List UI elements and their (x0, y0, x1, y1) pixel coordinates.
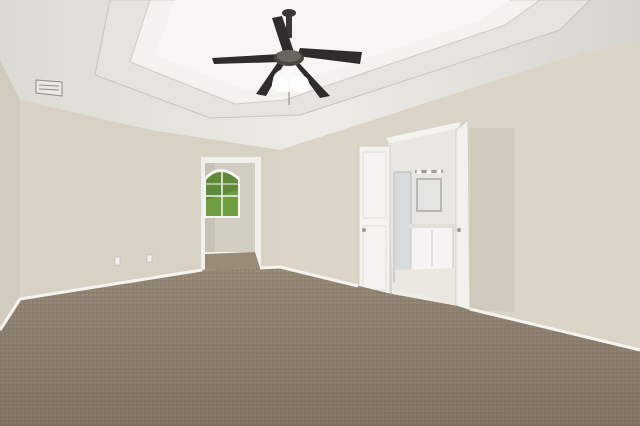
outlet-icon-2 (146, 254, 153, 263)
mirror (416, 178, 442, 212)
left-wall (0, 60, 20, 330)
door-knob-icon-2 (457, 228, 461, 232)
outlet-icon (114, 256, 121, 266)
right-door (455, 118, 471, 321)
air-vent (35, 79, 63, 97)
bedroom-scene (0, 0, 640, 426)
light-fixture-icon (415, 169, 443, 175)
bathroom-view (388, 126, 458, 308)
arched-window (204, 169, 240, 218)
door-knob-icon (362, 228, 366, 232)
left-door (358, 145, 391, 296)
